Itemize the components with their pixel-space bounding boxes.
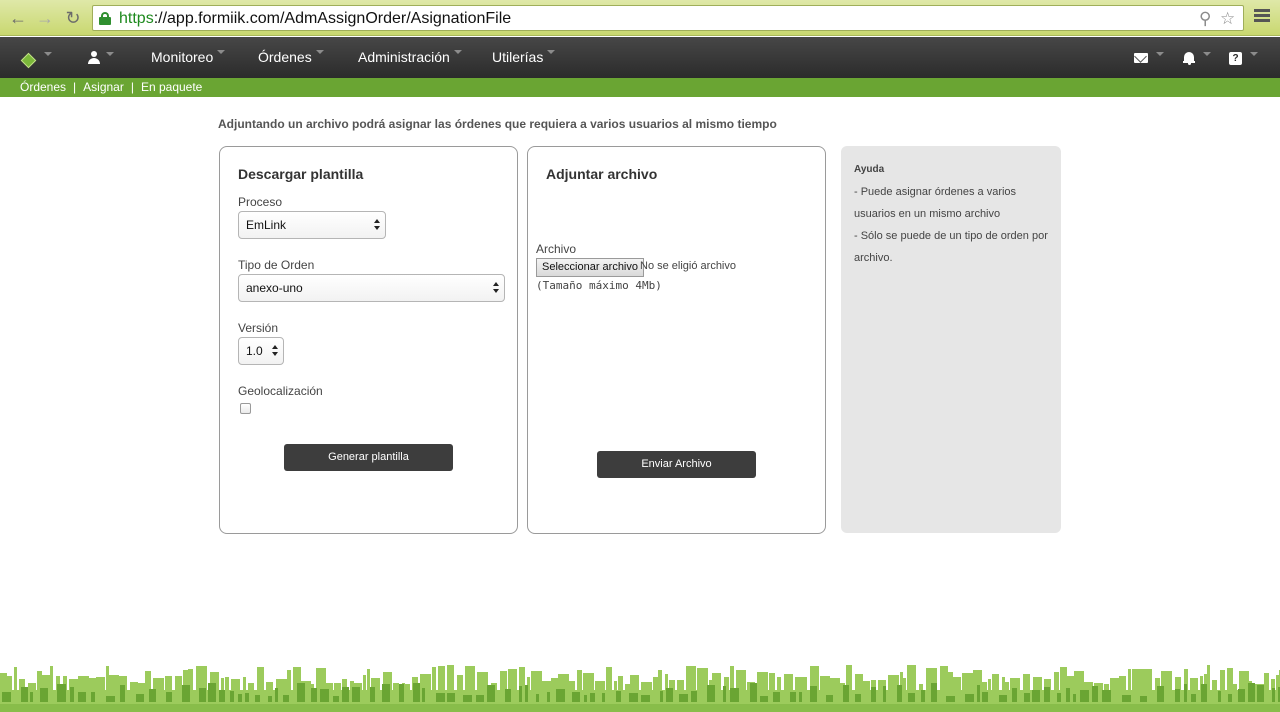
help-title: Ayuda — [854, 164, 885, 175]
address-bar[interactable]: https://app.formiik.com/AdmAssignOrder/A… — [92, 5, 1244, 31]
browser-menu-icon[interactable] — [1254, 9, 1270, 25]
chevron-down-icon — [1250, 52, 1258, 56]
panel-title: Adjuntar archivo — [546, 166, 658, 182]
chevron-down-icon — [1156, 52, 1164, 56]
breadcrumb: Órdenes | Asignar | En paquete — [0, 78, 1280, 97]
attach-file-panel: Adjuntar archivo Archivo Seleccionar arc… — [527, 146, 826, 534]
file-status: No se eligió archivo — [640, 260, 736, 272]
generate-template-button[interactable]: Generar plantilla — [284, 444, 453, 471]
chevron-down-icon — [1203, 52, 1211, 56]
select-arrows-icon — [272, 345, 278, 357]
version-select[interactable]: 1.0 — [238, 337, 284, 365]
chevron-down-icon — [547, 50, 556, 54]
chevron-down-icon — [44, 52, 52, 56]
choose-file-button[interactable]: Seleccionar archivo — [536, 258, 644, 277]
file-label: Archivo — [536, 242, 577, 256]
formiik-logo-icon[interactable] — [20, 52, 37, 69]
menu-utilerias[interactable]: Utilerías — [492, 37, 556, 78]
reload-icon[interactable]: ↻ — [63, 8, 83, 28]
chevron-down-icon — [217, 50, 226, 54]
download-template-panel: Descargar plantilla Proceso EmLink Tipo … — [219, 146, 518, 534]
chevron-down-icon — [315, 50, 324, 54]
select-arrows-icon — [374, 219, 380, 231]
lock-icon — [99, 12, 111, 25]
chevron-down-icon — [106, 52, 114, 56]
help-text-line: - Sólo se puede de un tipo de orden por — [854, 230, 1048, 242]
mail-icon[interactable] — [1134, 53, 1148, 63]
breadcrumb-asignar[interactable]: Asignar — [83, 80, 124, 94]
bell-icon[interactable] — [1183, 52, 1195, 65]
send-file-button[interactable]: Enviar Archivo — [597, 451, 756, 478]
menu-ordenes[interactable]: Órdenes — [258, 37, 324, 78]
browser-toolbar: ← → ↻ https://app.formiik.com/AdmAssignO… — [0, 0, 1280, 36]
bookmark-star-icon[interactable]: ☆ — [1220, 9, 1235, 29]
geolocation-label: Geolocalización — [238, 384, 323, 398]
breadcrumb-separator: | — [73, 80, 77, 94]
process-select[interactable]: EmLink — [238, 211, 386, 239]
back-arrow-icon[interactable]: ← — [8, 8, 28, 28]
breadcrumb-separator: | — [130, 80, 134, 94]
menu-monitoreo[interactable]: Monitoreo — [151, 37, 226, 78]
breadcrumb-ordenes[interactable]: Órdenes — [20, 80, 66, 94]
help-panel: Ayuda - Puede asignar órdenes a varios u… — [841, 146, 1061, 533]
menu-administracion[interactable]: Administración — [358, 37, 462, 78]
geolocation-checkbox[interactable] — [240, 403, 251, 414]
help-text-line: - Puede asignar órdenes a varios — [854, 186, 1017, 198]
process-label: Proceso — [238, 195, 283, 209]
help-text-line: archivo. — [854, 252, 893, 264]
help-icon[interactable]: ? — [1229, 52, 1242, 65]
file-size-hint: (Tamaño máximo 4Mb) — [536, 279, 662, 292]
app-topbar: Monitoreo Órdenes Administración Utilerí… — [0, 37, 1280, 78]
city-skyline-illustration — [0, 665, 1280, 712]
version-label: Versión — [238, 321, 279, 335]
user-icon[interactable] — [87, 51, 101, 65]
search-icon[interactable]: ⚲ — [1199, 9, 1211, 29]
select-arrows-icon — [493, 282, 499, 294]
order-type-select[interactable]: anexo-uno — [238, 274, 505, 302]
url-text: https://app.formiik.com/AdmAssignOrder/A… — [119, 10, 512, 27]
forward-arrow-icon[interactable]: → — [35, 8, 55, 28]
panel-title: Descargar plantilla — [238, 166, 364, 182]
order-type-label: Tipo de Orden — [238, 258, 315, 272]
breadcrumb-en-paquete[interactable]: En paquete — [141, 80, 202, 94]
chevron-down-icon — [453, 50, 462, 54]
page-intro: Adjuntando un archivo podrá asignar las … — [218, 117, 777, 131]
help-text-line: usuarios en un mismo archivo — [854, 208, 1001, 220]
